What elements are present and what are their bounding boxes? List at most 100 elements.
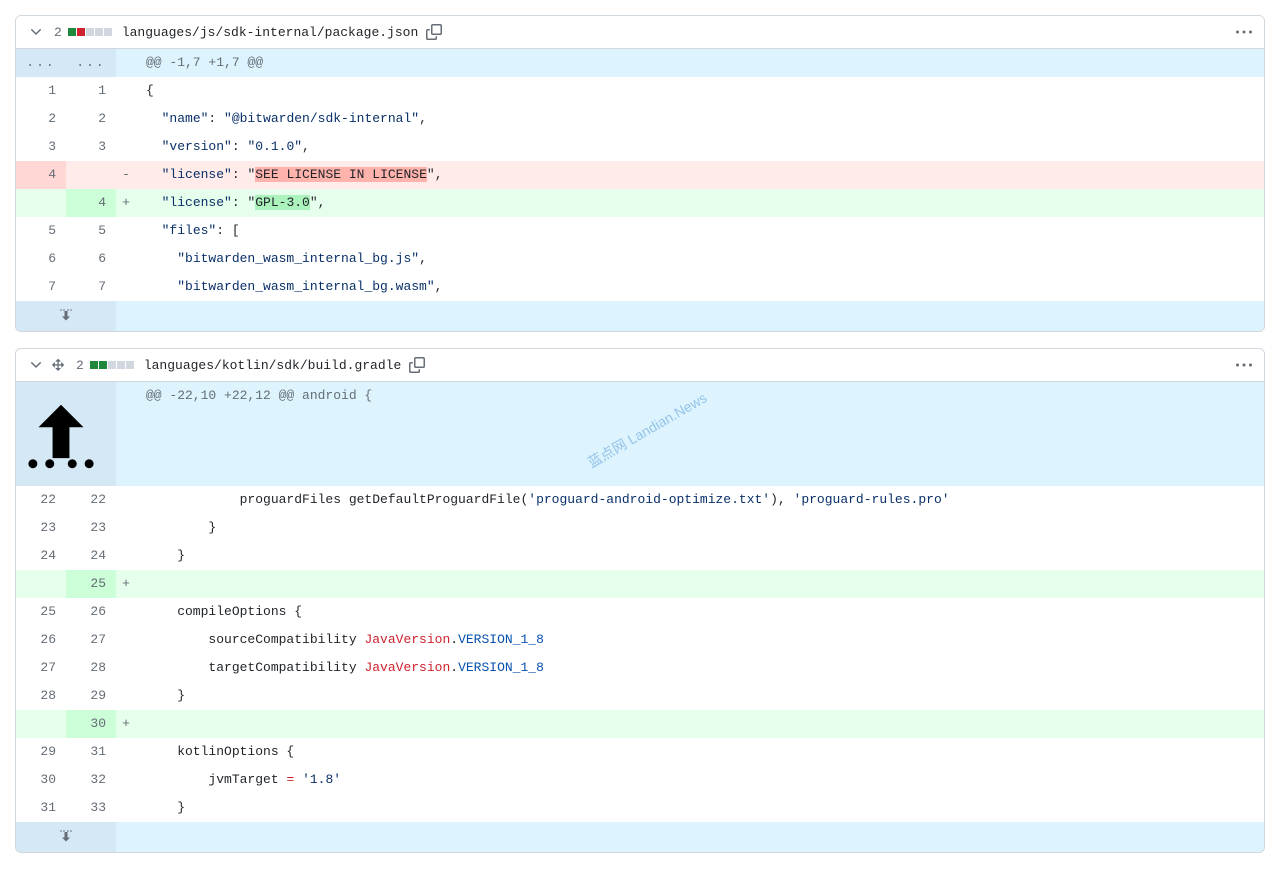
line-number-new: 32 bbox=[66, 766, 116, 794]
diff-line-added[interactable]: 25+ bbox=[16, 570, 1264, 598]
line-number-new: 23 bbox=[66, 514, 116, 542]
diff-line-context[interactable]: 77 "bitwarden_wasm_internal_bg.wasm", bbox=[16, 273, 1264, 301]
line-number-old: 28 bbox=[16, 682, 66, 710]
diff-marker bbox=[116, 654, 136, 682]
diff-line-removed[interactable]: 4 - "license": "SEE LICENSE IN LICENSE", bbox=[16, 161, 1264, 189]
code-content: "bitwarden_wasm_internal_bg.js", bbox=[136, 245, 1264, 273]
line-number-new: 30 bbox=[66, 710, 116, 738]
code-content: "license": "GPL-3.0", bbox=[136, 189, 1264, 217]
diff-marker bbox=[116, 766, 136, 794]
line-number-new: 29 bbox=[66, 682, 116, 710]
line-number-new: 33 bbox=[66, 794, 116, 822]
diff-line-context[interactable]: 2728 targetCompatibility JavaVersion.VER… bbox=[16, 654, 1264, 682]
diff-marker: + bbox=[116, 570, 136, 598]
line-number-old: 22 bbox=[16, 486, 66, 514]
diff-marker bbox=[116, 245, 136, 273]
expand-down-icon[interactable] bbox=[16, 822, 116, 852]
code-content: } bbox=[136, 682, 1264, 710]
code-content: "license": "SEE LICENSE IN LICENSE", bbox=[136, 161, 1264, 189]
diff-line-context[interactable]: 11{ bbox=[16, 77, 1264, 105]
line-number-old: 29 bbox=[16, 738, 66, 766]
diff-line-context[interactable]: 2829 } bbox=[16, 682, 1264, 710]
line-number-old: 30 bbox=[16, 766, 66, 794]
diff-line-context[interactable]: 3032 jvmTarget = '1.8' bbox=[16, 766, 1264, 794]
code-content bbox=[136, 570, 1264, 598]
diff-marker: + bbox=[116, 710, 136, 738]
diff-marker bbox=[116, 77, 136, 105]
line-number-new: 27 bbox=[66, 626, 116, 654]
hunk-header: @@ -22,10 +22,12 @@ android { bbox=[16, 382, 1264, 486]
diff-marker bbox=[116, 542, 136, 570]
line-number-new: 4 bbox=[66, 189, 116, 217]
diff-marker bbox=[116, 133, 136, 161]
code-content: "name": "@bitwarden/sdk-internal", bbox=[136, 105, 1264, 133]
line-number-new bbox=[66, 161, 116, 189]
diff-marker bbox=[116, 794, 136, 822]
diff-marker: - bbox=[116, 161, 136, 189]
line-number-old bbox=[16, 570, 66, 598]
hunk-info: @@ -1,7 +1,7 @@ bbox=[136, 49, 1264, 77]
more-icon[interactable] bbox=[1236, 24, 1252, 40]
line-number-new: 2 bbox=[66, 105, 116, 133]
expand-down-icon[interactable] bbox=[16, 301, 116, 331]
line-number-old: 7 bbox=[16, 273, 66, 301]
more-icon[interactable] bbox=[1236, 357, 1252, 373]
code-content: kotlinOptions { bbox=[136, 738, 1264, 766]
line-number-new: 6 bbox=[66, 245, 116, 273]
diff-line-context[interactable]: 2222 proguardFiles getDefaultProguardFil… bbox=[16, 486, 1264, 514]
diff-marker bbox=[116, 514, 136, 542]
line-number-old: 24 bbox=[16, 542, 66, 570]
line-number-new: 26 bbox=[66, 598, 116, 626]
code-content: "files": [ bbox=[136, 217, 1264, 245]
diffstat bbox=[68, 28, 112, 36]
copy-icon[interactable] bbox=[409, 357, 425, 373]
change-count: 2 bbox=[54, 25, 62, 40]
diff-line-context[interactable]: 2526 compileOptions { bbox=[16, 598, 1264, 626]
line-number-old: 1 bbox=[16, 77, 66, 105]
code-content: } bbox=[136, 794, 1264, 822]
diff-line-context[interactable]: 2424 } bbox=[16, 542, 1264, 570]
line-number-new: 22 bbox=[66, 486, 116, 514]
expand-up-button[interactable] bbox=[16, 382, 116, 486]
diff-line-context[interactable]: 2627 sourceCompatibility JavaVersion.VER… bbox=[16, 626, 1264, 654]
file-header: 2 languages/kotlin/sdk/build.gradle bbox=[16, 349, 1264, 382]
file-path-link[interactable]: languages/js/sdk-internal/package.json bbox=[122, 25, 418, 40]
diff-line-added[interactable]: 4+ "license": "GPL-3.0", bbox=[16, 189, 1264, 217]
diff-line-context[interactable]: 66 "bitwarden_wasm_internal_bg.js", bbox=[16, 245, 1264, 273]
line-number-new: 3 bbox=[66, 133, 116, 161]
line-number-old: 4 bbox=[16, 161, 66, 189]
code-content bbox=[136, 710, 1264, 738]
diff-table: ......@@ -1,7 +1,7 @@11{22 "name": "@bit… bbox=[16, 49, 1264, 331]
diff-marker bbox=[116, 486, 136, 514]
diff-line-context[interactable]: 55 "files": [ bbox=[16, 217, 1264, 245]
diff-line-context[interactable]: 3133 } bbox=[16, 794, 1264, 822]
expand-down-row[interactable] bbox=[16, 301, 1264, 331]
diff-line-context[interactable]: 2323 } bbox=[16, 514, 1264, 542]
change-count: 2 bbox=[76, 358, 84, 373]
line-number-new: 25 bbox=[66, 570, 116, 598]
diff-marker: + bbox=[116, 189, 136, 217]
diff-line-context[interactable]: 22 "name": "@bitwarden/sdk-internal", bbox=[16, 105, 1264, 133]
diff-file: 2 languages/kotlin/sdk/build.gradle @@ -22… bbox=[15, 348, 1265, 853]
diff-line-context[interactable]: 33 "version": "0.1.0", bbox=[16, 133, 1264, 161]
chevron-down-icon[interactable] bbox=[28, 24, 44, 40]
line-number-new: 24 bbox=[66, 542, 116, 570]
diff-line-context[interactable]: 2931 kotlinOptions { bbox=[16, 738, 1264, 766]
diff-marker bbox=[116, 738, 136, 766]
line-number-old: 26 bbox=[16, 626, 66, 654]
line-number-new: 31 bbox=[66, 738, 116, 766]
diff-marker bbox=[116, 682, 136, 710]
code-content: "version": "0.1.0", bbox=[136, 133, 1264, 161]
line-number-old: 25 bbox=[16, 598, 66, 626]
code-content: } bbox=[136, 514, 1264, 542]
copy-icon[interactable] bbox=[426, 24, 442, 40]
code-content: targetCompatibility JavaVersion.VERSION_… bbox=[136, 654, 1264, 682]
line-number-new: 5 bbox=[66, 217, 116, 245]
line-number-new: 28 bbox=[66, 654, 116, 682]
file-path-link[interactable]: languages/kotlin/sdk/build.gradle bbox=[144, 358, 401, 373]
expand-all-icon[interactable] bbox=[50, 357, 66, 373]
chevron-down-icon[interactable] bbox=[28, 357, 44, 373]
line-number-old: 6 bbox=[16, 245, 66, 273]
diff-line-added[interactable]: 30+ bbox=[16, 710, 1264, 738]
expand-down-row[interactable] bbox=[16, 822, 1264, 852]
